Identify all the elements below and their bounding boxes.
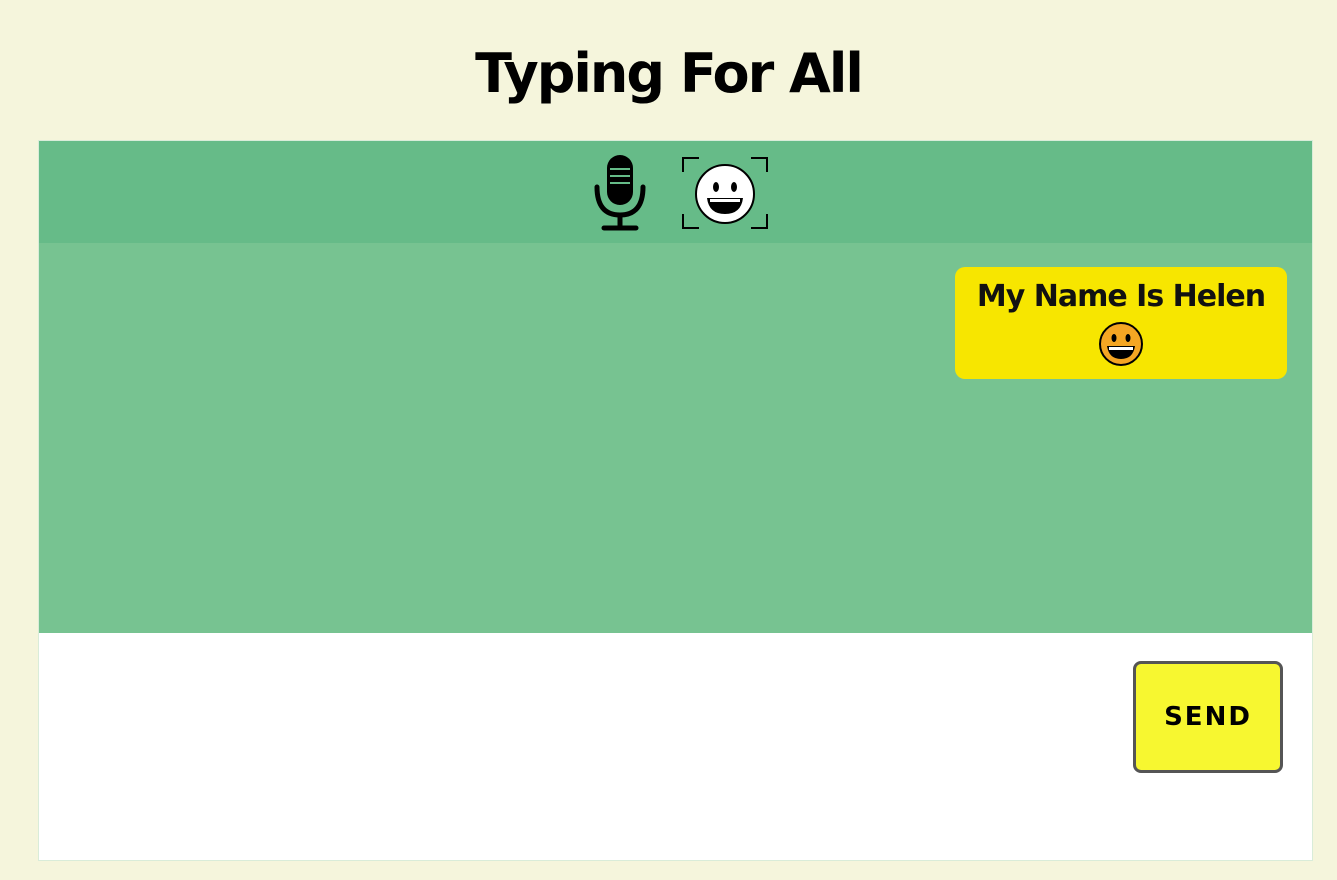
send-button[interactable]: SEND xyxy=(1133,661,1283,773)
microphone-icon xyxy=(594,155,646,231)
emotion-detect-button[interactable] xyxy=(681,156,771,230)
chat-app: My Name Is Helen SEND xyxy=(38,140,1313,861)
face-scan-emoji-icon xyxy=(682,157,768,229)
toolbar xyxy=(39,141,1312,243)
page-title: Typing For All xyxy=(475,42,864,105)
grinning-face-icon xyxy=(1099,322,1143,366)
composer: SEND xyxy=(39,633,1312,860)
chat-area: My Name Is Helen xyxy=(39,243,1312,633)
message-bubble: My Name Is Helen xyxy=(955,267,1287,379)
message-input[interactable] xyxy=(51,645,1115,849)
message-text: My Name Is Helen xyxy=(976,279,1266,314)
microphone-button[interactable] xyxy=(591,153,649,231)
